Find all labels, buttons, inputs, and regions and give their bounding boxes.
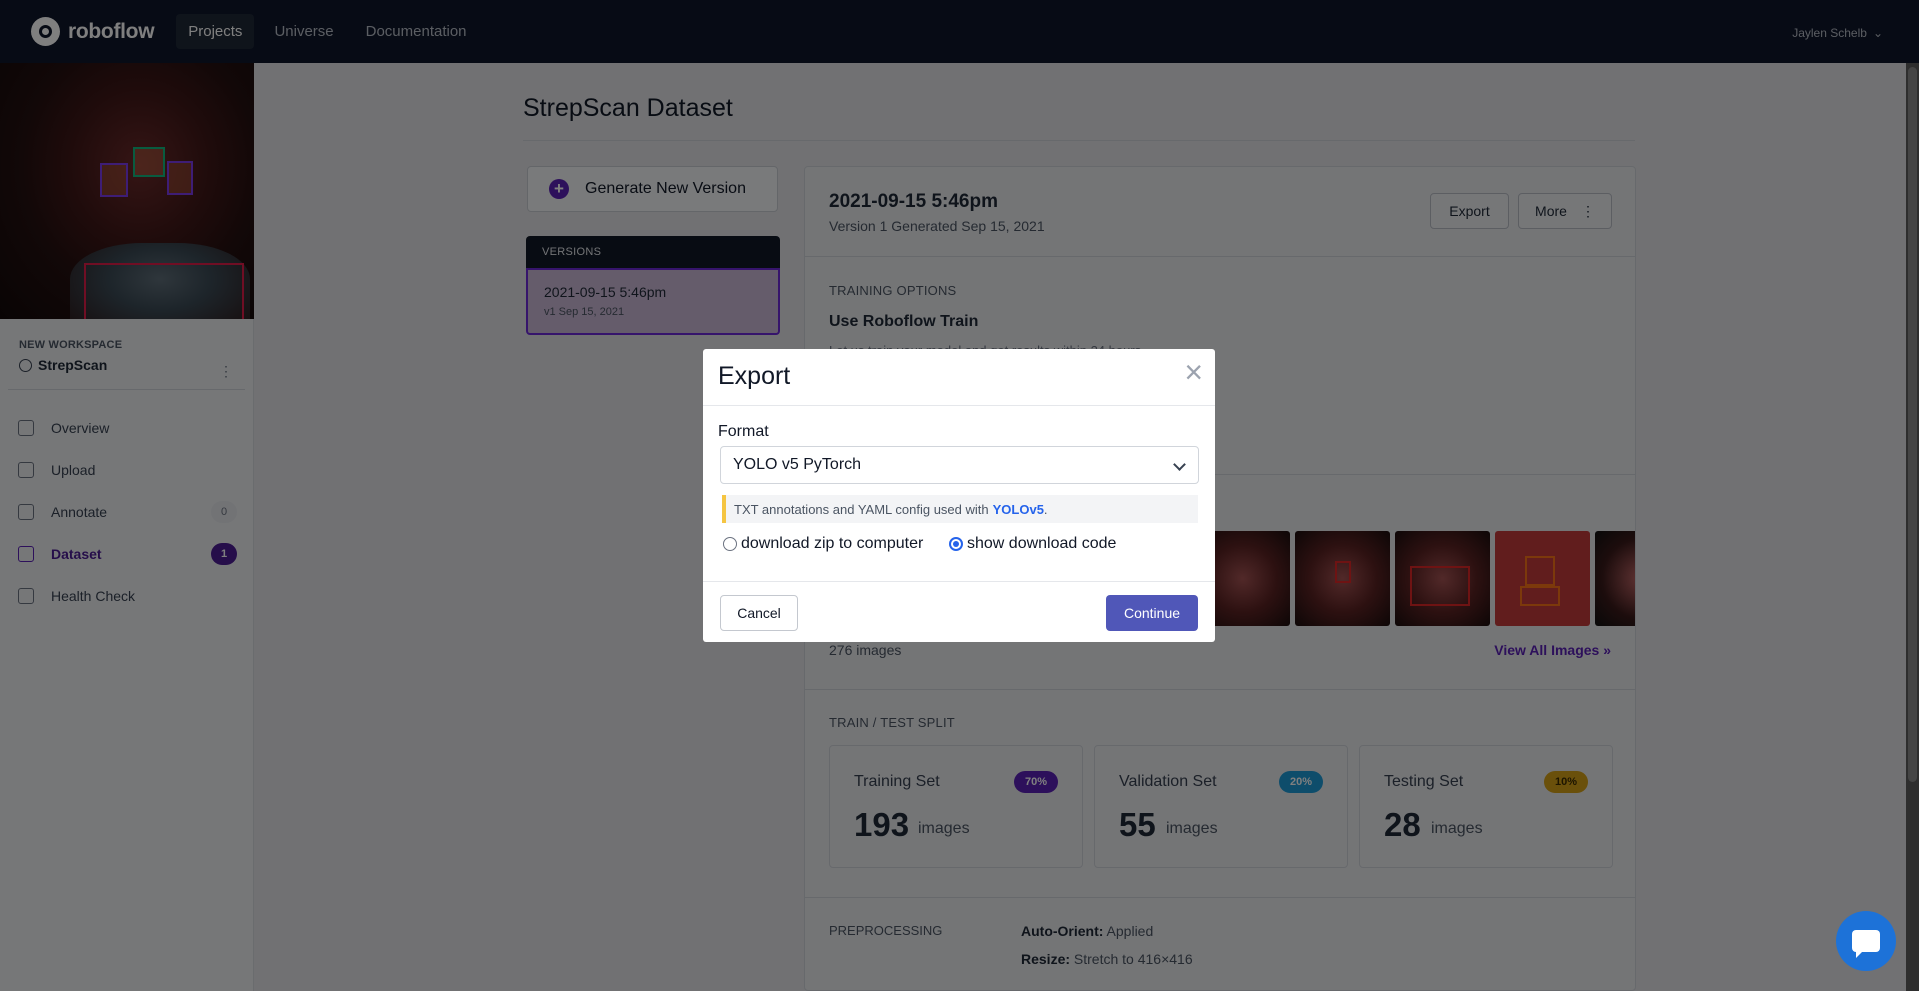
- radio-show-code[interactable]: show download code: [949, 535, 1116, 553]
- modal-title: Export: [718, 362, 791, 390]
- format-select[interactable]: YOLO v5 PyTorch: [720, 446, 1199, 484]
- modal-header: Export ×: [703, 349, 1215, 406]
- format-label: Format: [718, 423, 769, 440]
- format-note-text: TXT annotations and YAML config used wit…: [734, 501, 989, 517]
- continue-button[interactable]: Continue: [1106, 595, 1198, 631]
- export-modal: Export × Format YOLO v5 PyTorch TXT anno…: [703, 349, 1215, 642]
- radio-label: show download code: [967, 535, 1117, 552]
- format-select-value: YOLO v5 PyTorch: [733, 456, 862, 473]
- format-note: TXT annotations and YAML config used wit…: [722, 495, 1198, 523]
- radio-label: download zip to computer: [741, 535, 924, 552]
- modal-footer: Cancel Continue: [703, 581, 1215, 642]
- radio-download-zip[interactable]: download zip to computer: [723, 535, 923, 553]
- chevron-down-icon: [1173, 458, 1186, 471]
- chat-support-button[interactable]: [1836, 911, 1896, 971]
- chat-icon: [1852, 930, 1880, 958]
- close-icon[interactable]: ×: [1184, 356, 1203, 388]
- radio-button[interactable]: [949, 537, 963, 551]
- cancel-button[interactable]: Cancel: [720, 595, 798, 631]
- yolov5-link[interactable]: YOLOv5: [993, 502, 1044, 517]
- format-note-end: .: [1043, 501, 1048, 517]
- radio-button[interactable]: [723, 537, 737, 551]
